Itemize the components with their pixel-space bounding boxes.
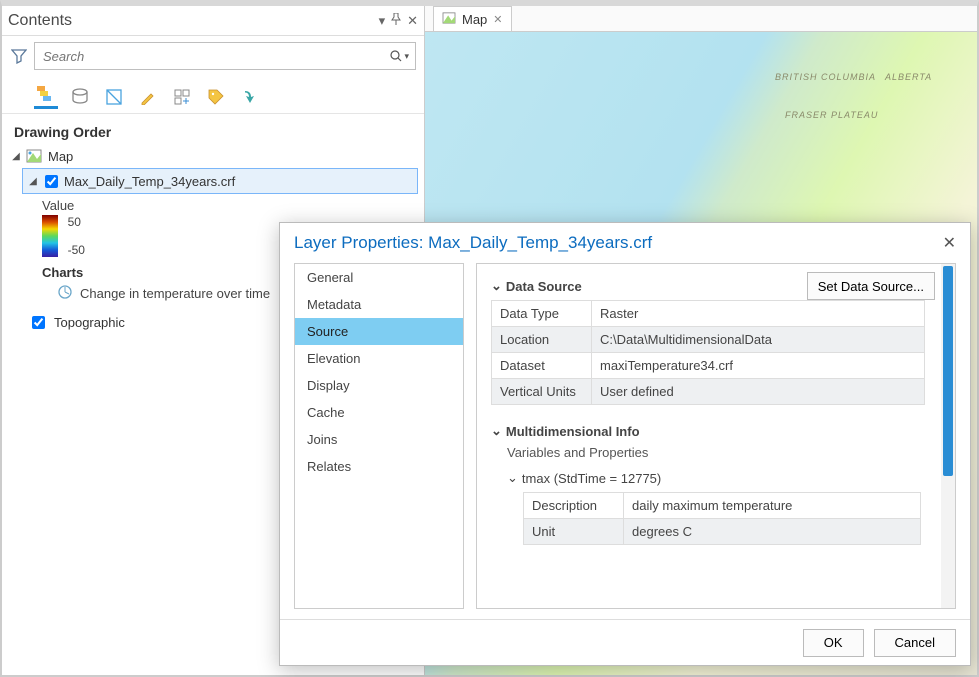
table-row: LocationC:\Data\MultidimensionalData (492, 327, 925, 353)
ramp-min: -50 (68, 243, 85, 257)
map-text: FRASER PLATEAU (785, 110, 878, 120)
tmax-header[interactable]: ⌄ tmax (StdTime = 12775) (507, 470, 941, 486)
table-row: DatasetmaxiTemperature34.crf (492, 353, 925, 379)
contents-header: Contents ▾ ✕ (2, 6, 424, 36)
caret-icon[interactable]: ◢ (10, 151, 22, 162)
pin-icon[interactable] (391, 13, 401, 29)
nav-metadata[interactable]: Metadata (295, 291, 463, 318)
tmax-table: Descriptiondaily maximum temperature Uni… (523, 492, 921, 545)
pane-controls: ▾ ✕ (379, 13, 418, 29)
ok-button[interactable]: OK (803, 629, 864, 657)
data-source-table: Data TypeRaster LocationC:\Data\Multidim… (491, 300, 925, 405)
dialog-content: Set Data Source... ⌄ Data Source Data Ty… (476, 263, 956, 609)
dialog-footer: OK Cancel (280, 619, 970, 665)
dialog-nav: General Metadata Source Elevation Displa… (294, 263, 464, 609)
chart-icon (56, 284, 74, 303)
layer-properties-dialog: Layer Properties: Max_Daily_Temp_34years… (279, 222, 971, 666)
scrollbar-track[interactable] (941, 264, 955, 608)
table-row: Vertical UnitsUser defined (492, 379, 925, 405)
multidimensional-header[interactable]: ⌄ Multidimensional Info (491, 423, 941, 439)
nav-cache[interactable]: Cache (295, 399, 463, 426)
map-icon (442, 12, 456, 27)
cancel-button[interactable]: Cancel (874, 629, 956, 657)
contents-toolbar (2, 76, 424, 114)
dialog-body: General Metadata Source Elevation Displa… (280, 263, 970, 619)
topographic-label: Topographic (54, 315, 125, 330)
nav-display[interactable]: Display (295, 372, 463, 399)
list-by-labeling-icon[interactable] (204, 85, 228, 109)
value-label: Value (42, 198, 418, 213)
close-icon[interactable]: ✕ (943, 233, 956, 253)
layer-row-selected[interactable]: ◢ Max_Daily_Temp_34years.crf (22, 168, 418, 194)
chevron-down-icon[interactable]: ⌄ (491, 278, 502, 294)
search-box[interactable]: ▾ (34, 42, 416, 70)
map-text: ALBERTA (885, 72, 932, 82)
map-text: BRITISH COLUMBIA (775, 72, 876, 82)
map-tabstrip: Map ✕ (425, 6, 977, 32)
map-icon (26, 148, 42, 164)
ramp-max: 50 (68, 215, 85, 229)
nav-joins[interactable]: Joins (295, 426, 463, 453)
search-icon[interactable]: ▾ (390, 50, 409, 62)
table-row: Unitdegrees C (524, 519, 921, 545)
ramp-labels: 50 -50 (68, 215, 85, 257)
tmax-section: ⌄ tmax (StdTime = 12775) Descriptiondail… (507, 470, 941, 545)
contents-title: Contents (8, 12, 72, 30)
map-label: Map (46, 149, 73, 164)
list-by-editing-icon[interactable] (136, 85, 160, 109)
dialog-title: Layer Properties: Max_Daily_Temp_34years… (294, 233, 652, 253)
table-row: Data TypeRaster (492, 301, 925, 327)
map-node[interactable]: ◢ Map (8, 144, 418, 168)
dropdown-icon[interactable]: ▾ (379, 13, 386, 29)
dialog-titlebar[interactable]: Layer Properties: Max_Daily_Temp_34years… (280, 223, 970, 263)
list-by-drawing-order-icon[interactable] (34, 85, 58, 109)
chart-label: Change in temperature over time (80, 286, 270, 301)
list-by-snapping-icon[interactable] (170, 85, 194, 109)
close-icon[interactable]: ✕ (493, 13, 502, 26)
close-icon[interactable]: ✕ (407, 13, 418, 29)
layer-visibility-checkbox[interactable] (45, 175, 58, 188)
chevron-down-icon[interactable]: ⌄ (507, 470, 518, 486)
caret-icon[interactable]: ◢ (27, 176, 39, 187)
set-data-source-button[interactable]: Set Data Source... (807, 272, 935, 300)
map-tab-label: Map (462, 12, 487, 27)
search-input[interactable] (41, 48, 390, 65)
map-tab[interactable]: Map ✕ (433, 6, 512, 31)
scrollbar-thumb[interactable] (943, 266, 953, 476)
layer-label: Max_Daily_Temp_34years.crf (64, 174, 235, 189)
nav-relates[interactable]: Relates (295, 453, 463, 480)
list-by-perspective-icon[interactable] (238, 85, 262, 109)
filter-icon[interactable] (10, 47, 28, 65)
nav-general[interactable]: General (295, 264, 463, 291)
variables-label: Variables and Properties (507, 445, 941, 460)
list-by-data-source-icon[interactable] (68, 85, 92, 109)
nav-source[interactable]: Source (295, 318, 463, 345)
topographic-checkbox[interactable] (32, 316, 45, 329)
color-ramp (42, 215, 58, 257)
chevron-down-icon[interactable]: ⌄ (491, 423, 502, 439)
search-row: ▾ (2, 36, 424, 76)
nav-elevation[interactable]: Elevation (295, 345, 463, 372)
list-by-selection-icon[interactable] (102, 85, 126, 109)
table-row: Descriptiondaily maximum temperature (524, 493, 921, 519)
app-root: Contents ▾ ✕ ▾ (0, 0, 979, 677)
drawing-order-header: Drawing Order (2, 114, 424, 144)
